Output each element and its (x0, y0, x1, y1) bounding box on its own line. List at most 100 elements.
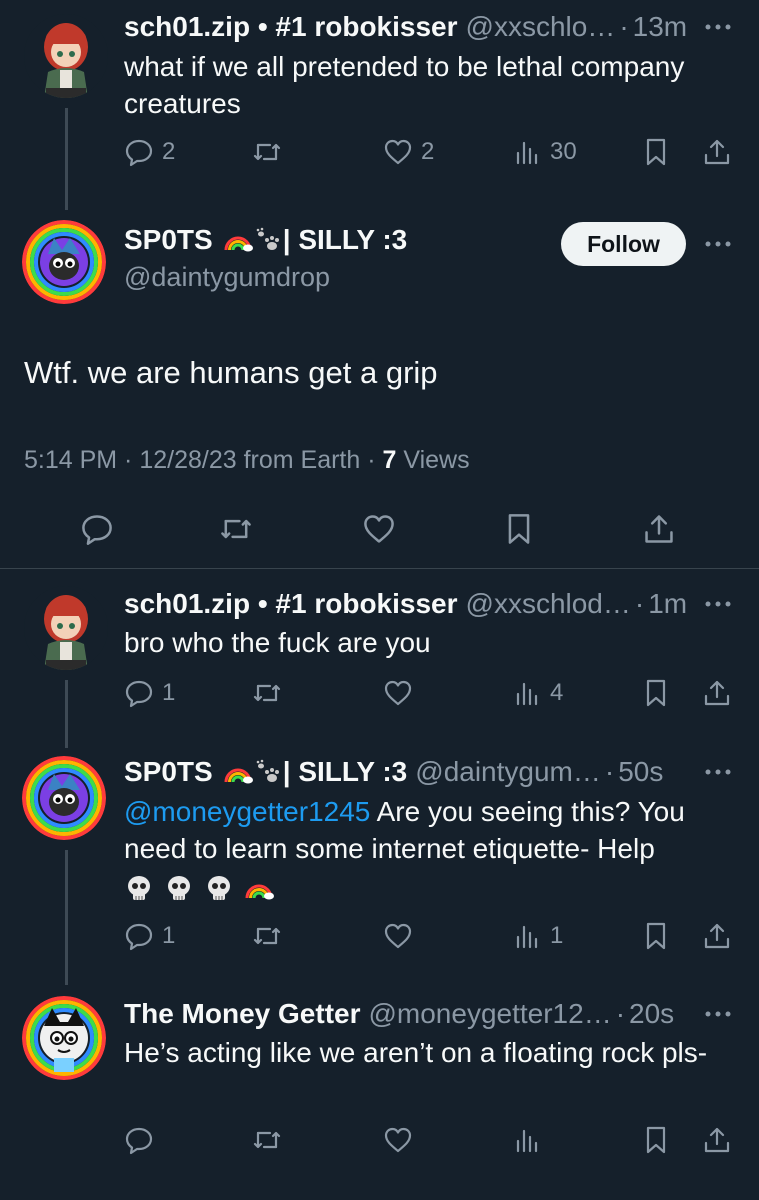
bookmark-button[interactable] (641, 673, 671, 713)
views-label: Views (396, 446, 470, 474)
reply-icon (125, 680, 153, 708)
rainbow-icon (224, 768, 253, 784)
author-name[interactable]: sch01.zip • #1 robokisser (124, 588, 458, 620)
emoji-row (124, 873, 729, 903)
separator-dot: · (604, 756, 615, 787)
bookmark-icon (646, 922, 666, 950)
post-time[interactable]: 50s (618, 756, 663, 788)
reply-button[interactable]: 1 (124, 673, 175, 713)
views-icon (516, 925, 538, 949)
separator-dot: · (634, 588, 645, 619)
more-options-icon[interactable] (703, 229, 733, 259)
post-text: @moneygetter1245 Are you seeing this? Yo… (124, 793, 729, 903)
post-metadata: 5:14 PM · 12/28/23 from Earth · 7 Views (24, 446, 470, 475)
avatar-sch01[interactable] (24, 14, 108, 98)
like-button[interactable] (383, 673, 413, 713)
bookmark-icon (508, 514, 530, 544)
views-count: 30 (550, 138, 577, 165)
skull-icon (208, 876, 230, 900)
author-name[interactable]: The Money Getter (124, 998, 360, 1030)
post-time[interactable]: 13m (633, 11, 687, 43)
retweet-button[interactable] (252, 1120, 282, 1160)
avatar-money-getter[interactable] (22, 996, 106, 1080)
views-button[interactable]: 4 (512, 673, 563, 713)
share-button[interactable] (642, 509, 676, 549)
retweet-button[interactable] (252, 916, 282, 956)
author-handle[interactable]: @daintygumdrop (124, 262, 330, 293)
heart-icon (384, 680, 412, 706)
author-handle[interactable]: @daintygum… (415, 756, 601, 788)
author-name: SP0TS (124, 224, 213, 255)
bookmark-button[interactable] (641, 916, 671, 956)
post-time[interactable]: 20s (629, 998, 674, 1030)
reply-count: 2 (162, 138, 176, 165)
share-icon (645, 515, 673, 543)
rainbow-icon (224, 236, 253, 252)
views-button[interactable]: 1 (512, 916, 563, 956)
reply-button[interactable] (124, 1120, 154, 1160)
share-button[interactable] (702, 916, 732, 956)
author-handle[interactable]: @moneygetter12… (368, 998, 611, 1030)
main-post-text: Wtf. we are humans get a grip (24, 355, 438, 390)
retweet-icon (221, 519, 251, 539)
reply-icon (125, 139, 153, 167)
like-count: 2 (421, 138, 435, 165)
main-author[interactable]: SP0TS | SILLY :3 (124, 224, 407, 256)
heart-icon (384, 923, 412, 949)
reply-button[interactable]: 2 (124, 132, 175, 172)
avatar-spots[interactable] (22, 220, 106, 304)
reply3-header: The Money Getter @moneygetter12… · 20s (124, 994, 674, 1034)
more-options-icon[interactable] (703, 757, 733, 787)
divider (0, 568, 759, 569)
share-button[interactable] (702, 673, 732, 713)
reply-button[interactable]: 1 (124, 916, 175, 956)
more-options-icon[interactable] (703, 999, 733, 1029)
author-name[interactable]: sch01.zip • #1 robokisser (124, 11, 458, 43)
author-handle[interactable]: @xxschlo… (466, 11, 616, 43)
thread-line (65, 850, 68, 985)
bookmark-button[interactable] (641, 132, 671, 172)
avatar-spots[interactable] (22, 756, 106, 840)
like-button[interactable] (383, 916, 413, 956)
reply1-actions: 1 4 (124, 673, 733, 713)
bookmark-icon (646, 1126, 666, 1154)
skull-icon (168, 876, 190, 900)
retweet-button[interactable] (252, 673, 282, 713)
bookmark-button[interactable] (502, 509, 536, 549)
follow-button[interactable]: Follow (561, 222, 686, 266)
like-button[interactable] (362, 509, 396, 549)
thread-line (65, 680, 68, 748)
reply-button[interactable] (80, 509, 114, 549)
post-timestamp[interactable]: 5:14 PM · 12/28/23 from Earth · (24, 446, 383, 474)
bookmark-icon (646, 679, 666, 707)
retweet-icon (253, 143, 281, 161)
thread-line (65, 108, 68, 210)
views-button[interactable] (512, 1120, 542, 1160)
retweet-button[interactable] (219, 509, 253, 549)
views-icon (516, 682, 538, 706)
separator-dot: · (615, 998, 626, 1029)
author-name[interactable]: SP0TS (124, 756, 213, 788)
heart-icon (384, 1127, 412, 1153)
reply-icon (82, 515, 112, 545)
mention-link[interactable]: @moneygetter1245 (124, 796, 370, 827)
bookmark-button[interactable] (641, 1120, 671, 1160)
views-count: 4 (550, 679, 564, 706)
like-button[interactable] (383, 1120, 413, 1160)
retweet-button[interactable] (252, 132, 282, 172)
skull-icon (128, 876, 150, 900)
post-text: bro who the fuck are you (124, 627, 431, 658)
main-post-actions (0, 505, 759, 553)
more-options-icon[interactable] (703, 12, 733, 42)
reply-count: 1 (162, 922, 176, 949)
share-button[interactable] (702, 132, 732, 172)
author-handle[interactable]: @xxschlod… (466, 588, 631, 620)
more-options-icon[interactable] (703, 589, 733, 619)
avatar-sch01[interactable] (24, 586, 108, 670)
views-button[interactable]: 30 (512, 132, 577, 172)
author-name-suffix[interactable]: | SILLY :3 (283, 756, 408, 788)
post-time[interactable]: 1m (648, 588, 687, 620)
share-button[interactable] (702, 1120, 732, 1160)
like-button[interactable]: 2 (383, 132, 434, 172)
views-icon (516, 1129, 538, 1153)
